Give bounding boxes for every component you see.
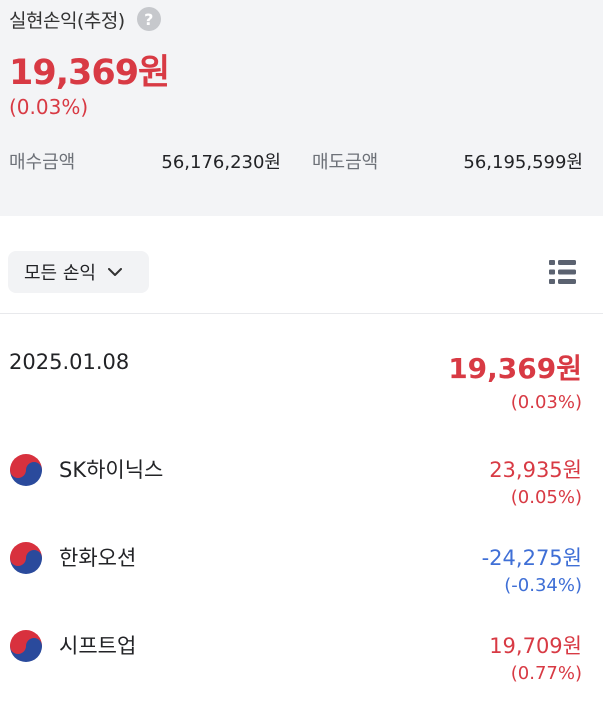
sell-amount-value: 56,195,599원 <box>463 152 583 173</box>
chevron-down-icon <box>107 267 122 277</box>
pnl-filter-dropdown[interactable]: 모든 손익 <box>8 251 149 293</box>
summary-title: 실현손익(추정) <box>9 9 125 32</box>
summary-title-row: 실현손익(추정) ? <box>9 4 161 34</box>
trade-date: 2025.01.08 <box>9 350 130 374</box>
stock-pnl-rate: (-0.34%) <box>504 575 582 596</box>
buy-amount-label: 매수금액 <box>9 152 76 173</box>
summary-amount: 19,369원 <box>9 53 170 93</box>
list-view-icon[interactable] <box>548 258 578 286</box>
section-divider <box>0 313 603 314</box>
stock-pnl-amount: 19,709원 <box>489 634 582 658</box>
stock-row-shift-up[interactable]: 시프트업 19,709원 (0.77%) <box>0 628 603 698</box>
filter-label: 모든 손익 <box>24 263 96 284</box>
daily-pnl-rate: (0.03%) <box>510 392 582 413</box>
realized-pnl-summary: 실현손익(추정) ? 19,369원 (0.03%) 매수금액 56,176,2… <box>0 0 603 216</box>
stock-row-sk-hynix[interactable]: SK하이닉스 23,935원 (0.05%) <box>0 452 603 522</box>
stock-row-hanwha-ocean[interactable]: 한화오션 -24,275원 (-0.34%) <box>0 540 603 610</box>
stock-name: 시프트업 <box>59 634 137 658</box>
stock-pnl-amount: -24,275원 <box>481 546 582 570</box>
daily-pnl-amount: 19,369원 <box>448 352 582 385</box>
stock-pnl-rate: (0.05%) <box>510 487 582 508</box>
korea-flag-icon <box>9 629 43 663</box>
stock-name: SK하이닉스 <box>59 458 164 482</box>
stock-pnl-amount: 23,935원 <box>489 458 582 482</box>
korea-flag-icon <box>9 453 43 487</box>
sell-amount-label: 매도금액 <box>312 152 379 173</box>
summary-rate: (0.03%) <box>9 95 89 119</box>
question-circle-icon[interactable]: ? <box>136 7 161 31</box>
korea-flag-icon <box>9 541 43 575</box>
stock-pnl-rate: (0.77%) <box>510 663 582 684</box>
stock-name: 한화오션 <box>59 546 137 570</box>
buy-amount-value: 56,176,230원 <box>161 152 281 173</box>
